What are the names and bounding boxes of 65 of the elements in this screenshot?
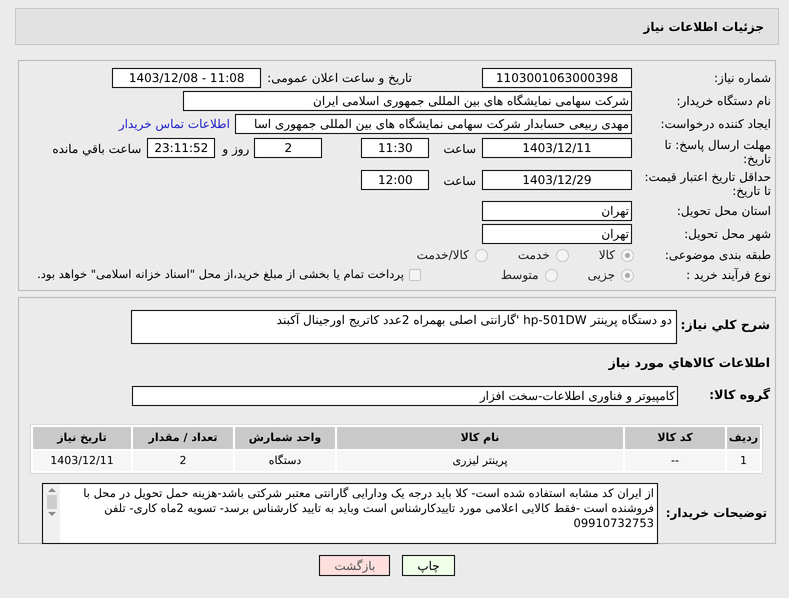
field-label: حداقل تاریخ اعتبار قیمت: تا تاریخ: [643,170,771,198]
field-label: ایجاد کننده درخواست: [659,116,771,130]
text-field[interactable]: کامپیوتر و فناوری اطلاعات-سخت افزار [132,386,678,406]
option-label: خدمت [518,247,550,264]
radio-button[interactable] [621,248,634,262]
text-field[interactable]: تهران [482,200,632,220]
column-header: ردیف [727,426,760,449]
radio-button[interactable] [544,268,558,282]
field-label: نوع فرآیند خرید : [685,268,771,282]
field-label: مهلت ارسال پاسخ: تا تاریخ: [663,138,771,166]
option-label: کالا [598,247,615,264]
option-label: متوسط [500,267,539,284]
page-title: جزئیات اطلاعات نیاز [643,18,764,36]
notes-text: از ایران کد مشابه استفاده شده است- کلا باید درجه یک ودارایی گارانتی معتبر شرکتی باشد-هزینه حمل تحویل در محل با فروشنده است -فقط کالایی اعلامی مورد تاییدکارشناس است وباید به تایید کارشناس برسد- تسویه 2ماه کاری- تلفن 09910732753 [82,484,655,532]
radio-button[interactable] [556,248,569,262]
column-header: تاریخ نیاز [33,426,131,449]
table-cell: پرینتر لیزری [337,450,623,471]
radio-button[interactable] [621,268,634,282]
field-label: گروه کالا: [708,386,770,404]
text-field[interactable]: 1403/12/08 - 11:08 [112,68,262,88]
field-label: ساعت باقي مانده [52,141,142,158]
time-field[interactable]: 11:30 [361,138,430,158]
option-label: جزیی [588,267,615,284]
scroll-down-icon [48,512,56,516]
field-label: شرح کلي نياز: [680,316,770,334]
time-field[interactable]: 12:00 [361,170,430,190]
table-cell: 1 [727,450,760,471]
option-label: پرداخت تمام یا بخشی از مبلغ خرید،از محل "اسناد خزانه اسلامی" خواهد بود. [37,266,404,284]
field-label: شهر محل تحویل: [683,226,771,240]
text-field[interactable]: شرکت سهامی نمایشگاه های بین المللی جمهوری اسلامی ایران [183,90,632,110]
text-field[interactable]: تهران [482,224,632,244]
field-label: شماره نیاز: [713,70,771,84]
scrollbar[interactable] [43,484,60,543]
field-label: نام دستگاه خریدار: [676,94,771,108]
column-header: کد کالا [625,426,725,449]
table-cell: 2 [133,450,233,471]
column-header: تعداد / مقدار [133,426,233,449]
text-field[interactable]: 1103001063000398 [482,68,632,88]
field-label: توضیحات خریدار: [664,505,768,522]
field-label: ساعت [443,173,476,190]
countdown-field[interactable]: 23:11:52 [147,138,216,158]
column-header: نام کالا [337,426,623,449]
text-area[interactable]: دو دستگاه پرینتر hp-501DW 'گارانتی اصلی بهمراه 2عدد کاتریج اورجینال آکبند [131,310,677,344]
text-field[interactable]: مهدی ربیعی حسابدار شرکت سهامی نمایشگاه های بین المللی جمهوری اسا [235,114,632,134]
table-cell: 1403/12/11 [33,450,131,471]
field-label: تاریخ و ساعت اعلان عمومی: [267,70,412,86]
scroll-thumb[interactable] [46,494,56,509]
contact-link[interactable]: اطلاعات تماس خریدار [118,114,230,132]
field-label: ساعت [443,141,476,158]
field-label: طبقه بندی موضوعی: [664,248,771,262]
back-button[interactable]: بازگشت [319,555,390,576]
print-button[interactable]: چاپ [402,555,455,576]
date-field[interactable]: 1403/12/11 [482,138,632,158]
option-label: کالا/خدمت [416,247,469,264]
field-label: روز و [222,141,250,158]
checkbox[interactable] [408,269,421,281]
column-header: واحد شمارش [235,426,335,449]
table-cell: دستگاه [235,450,335,471]
table-cell: -- [625,450,725,471]
field-label: استان محل تحویل: [676,204,771,218]
radio-button[interactable] [474,248,488,262]
days-field[interactable]: 2 [254,138,322,158]
section-title: اطلاعات کالاهاي مورد نياز [607,354,770,372]
date-field[interactable]: 1403/12/29 [482,170,632,190]
text-area[interactable] [42,482,658,544]
